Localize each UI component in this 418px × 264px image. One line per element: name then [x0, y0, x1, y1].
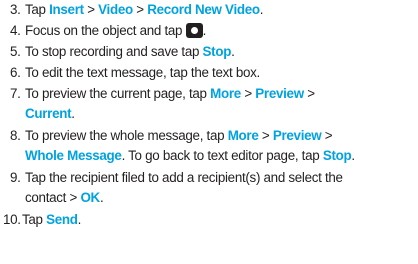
step-number: 5.: [10, 44, 21, 59]
step-text: To edit the text message, tap the text b…: [25, 65, 260, 80]
whole-message-option-link: Whole Message: [25, 148, 122, 164]
preview-menu-link: Preview: [255, 86, 304, 101]
send-link: Send: [46, 212, 78, 227]
step-text: Tap Insert > Video > Record New Video.: [25, 2, 264, 17]
stop-link: Stop: [202, 44, 232, 59]
step-number: 10.: [3, 212, 21, 227]
camera-shutter-icon: [185, 23, 203, 38]
step-text: To preview the current page, tap More > …: [25, 86, 315, 122]
ok-button-link: OK: [80, 190, 100, 206]
insert-menu-link: Insert: [49, 2, 84, 17]
more-menu-link: More: [227, 128, 259, 143]
step-text: To preview the whole message, tap More >…: [25, 128, 355, 164]
step-number: 4.: [10, 23, 21, 38]
step-text: Focus on the object and tap .: [25, 23, 207, 38]
current-option-link: Current: [25, 106, 72, 122]
record-new-video-link: Record New Video: [147, 2, 260, 17]
instruction-page: 3. Tap Insert > Video > Record New Video…: [0, 0, 418, 264]
step-number: 6.: [10, 65, 21, 80]
step-number: 9.: [10, 170, 21, 185]
stop-link: Stop: [322, 148, 352, 164]
step-number: 8.: [10, 128, 21, 143]
step-number: 7.: [10, 86, 21, 101]
video-menu-link: Video: [98, 2, 133, 17]
step-text: To stop recording and save tap Stop.: [25, 44, 235, 59]
step-text: Tap Send.: [22, 212, 82, 227]
step-text: Tap the recipient filed to add a recipie…: [25, 170, 343, 206]
step-number: 3.: [10, 2, 21, 17]
more-menu-link: More: [210, 86, 241, 101]
preview-menu-link: Preview: [272, 128, 322, 143]
